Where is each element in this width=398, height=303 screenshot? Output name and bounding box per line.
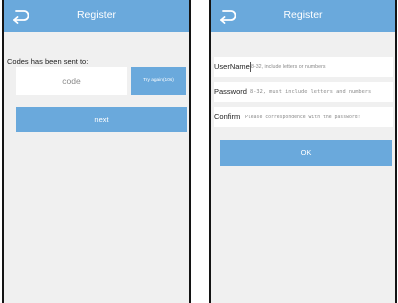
codes-sent-label: Codes has been sent to:	[7, 57, 89, 66]
username-field[interactable]	[251, 60, 391, 74]
register-account-screen: Register UserName Password Confirm OK	[209, 0, 397, 303]
username-row: UserName	[214, 57, 393, 77]
header-bar: Register	[4, 0, 189, 32]
next-button[interactable]: next	[16, 107, 187, 132]
code-input[interactable]	[16, 67, 127, 95]
try-again-button[interactable]: Try again(10s)	[131, 67, 186, 95]
password-field[interactable]	[250, 85, 393, 99]
username-label: UserName	[214, 62, 250, 71]
ok-button[interactable]: OK	[220, 140, 392, 166]
header-bar: Register	[211, 0, 395, 32]
password-label: Password	[214, 87, 247, 96]
page-title: Register	[283, 9, 323, 21]
password-row: Password	[214, 82, 393, 102]
register-code-screen: Register Codes has been sent to: Try aga…	[2, 0, 191, 303]
confirm-password-field[interactable]	[245, 110, 395, 124]
confirm-label: Confirm	[214, 112, 241, 121]
page-title: Register	[76, 9, 117, 21]
confirm-row: Confirm	[214, 107, 395, 127]
